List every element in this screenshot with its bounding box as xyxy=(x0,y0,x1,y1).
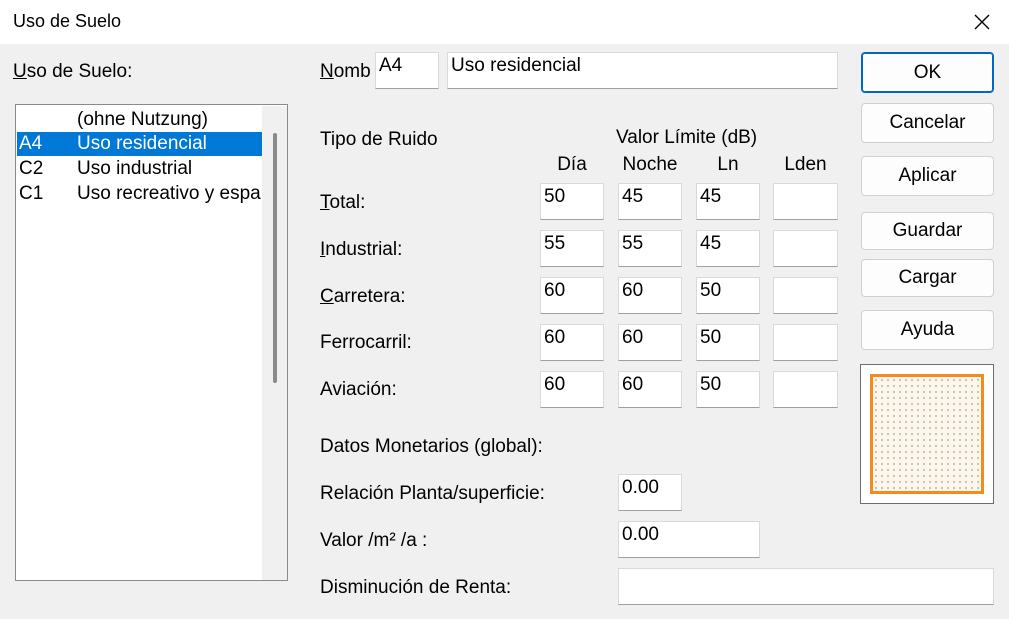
ferrocarril-dia-field[interactable]: 60 xyxy=(540,324,604,361)
industrial-lden-field[interactable] xyxy=(773,230,838,267)
aviacion-dia-field[interactable]: 60 xyxy=(540,371,604,408)
list-item-name: Uso industrial xyxy=(77,158,193,179)
limit-value-header: Valor Límite (dB) xyxy=(616,127,758,148)
list-item-name: (ohne Nutzung) xyxy=(77,109,208,130)
total-noche-field[interactable]: 45 xyxy=(618,183,682,220)
col-ln-header: Ln xyxy=(717,154,739,175)
cancel-button[interactable]: Cancelar xyxy=(861,103,994,143)
nombre-name-field[interactable]: Uso residencial xyxy=(447,52,838,89)
list-item-selected[interactable]: A4 Uso residencial xyxy=(17,132,262,156)
ferrocarril-ln-field[interactable]: 50 xyxy=(696,324,760,361)
industrial-noche-field[interactable]: 55 xyxy=(618,230,682,267)
ferrocarril-lden-field[interactable] xyxy=(773,324,838,361)
row-total-label: Total: xyxy=(320,192,366,213)
ferrocarril-noche-field[interactable]: 60 xyxy=(618,324,682,361)
rent-reduction-label: Disminución de Renta: xyxy=(320,577,512,598)
value-per-m2-label: Valor /m² /a : xyxy=(320,530,428,551)
value-per-m2-field[interactable]: 0.00 xyxy=(618,521,760,558)
monetary-data-heading: Datos Monetarios (global): xyxy=(320,436,543,457)
list-item[interactable]: (ohne Nutzung) xyxy=(17,108,262,132)
total-ln-field[interactable]: 45 xyxy=(696,183,760,220)
close-icon xyxy=(974,14,990,30)
aviacion-ln-field[interactable]: 50 xyxy=(696,371,760,408)
title-bar: Uso de Suelo xyxy=(0,0,1009,44)
col-lden-header: Lden xyxy=(784,154,827,175)
plant-surface-ratio-field[interactable]: 0.00 xyxy=(618,474,682,511)
list-scrollbar-thumb[interactable] xyxy=(273,133,277,383)
save-button[interactable]: Guardar xyxy=(861,212,994,250)
col-noche-header: Noche xyxy=(622,154,678,175)
noise-type-header: Tipo de Ruido xyxy=(320,129,438,150)
total-lden-field[interactable] xyxy=(773,183,838,220)
total-dia-field[interactable]: 50 xyxy=(540,183,604,220)
row-industrial-label: Industrial: xyxy=(320,239,403,260)
carretera-noche-field[interactable]: 60 xyxy=(618,277,682,314)
row-aviacion-label: Aviación: xyxy=(320,379,397,400)
pattern-swatch xyxy=(870,374,984,494)
land-use-list-label: Uso de Suelo: xyxy=(13,61,133,82)
industrial-dia-field[interactable]: 55 xyxy=(540,230,604,267)
list-item-code: C2 xyxy=(19,158,44,179)
col-dia-header: Día xyxy=(557,154,587,175)
list-scrollbar[interactable] xyxy=(262,106,287,580)
row-ferrocarril-label: Ferrocarril: xyxy=(320,332,412,353)
list-item-code: A4 xyxy=(19,133,43,154)
ok-button[interactable]: OK xyxy=(861,52,994,93)
list-item-name: Uso residencial xyxy=(77,133,207,154)
apply-button[interactable]: Aplicar xyxy=(861,156,994,196)
window-title: Uso de Suelo xyxy=(13,11,122,31)
load-button[interactable]: Cargar xyxy=(861,259,994,297)
help-button[interactable]: Ayuda xyxy=(861,310,994,350)
list-item[interactable]: C1 Uso recreativo y esparcimiento xyxy=(17,182,262,206)
aviacion-lden-field[interactable] xyxy=(773,371,838,408)
close-button[interactable] xyxy=(960,6,1004,38)
list-item-code: C1 xyxy=(19,183,44,204)
industrial-ln-field[interactable]: 45 xyxy=(696,230,760,267)
aviacion-noche-field[interactable]: 60 xyxy=(618,371,682,408)
row-carretera-label: Carretera: xyxy=(320,286,406,307)
carretera-lden-field[interactable] xyxy=(773,277,838,314)
list-item-name: Uso recreativo y esparcimiento xyxy=(77,183,262,204)
plant-surface-ratio-label: Relación Planta/superficie: xyxy=(320,483,545,504)
land-use-list[interactable]: (ohne Nutzung) A4 Uso residencial C2 Uso… xyxy=(15,104,288,581)
carretera-dia-field[interactable]: 60 xyxy=(540,277,604,314)
nombre-code-field[interactable]: A4 xyxy=(375,52,439,89)
rent-reduction-field[interactable] xyxy=(618,568,994,605)
list-item[interactable]: C2 Uso industrial xyxy=(17,157,262,181)
nombre-label: Nombre: xyxy=(320,61,372,82)
pattern-preview[interactable] xyxy=(860,364,994,504)
carretera-ln-field[interactable]: 50 xyxy=(696,277,760,314)
